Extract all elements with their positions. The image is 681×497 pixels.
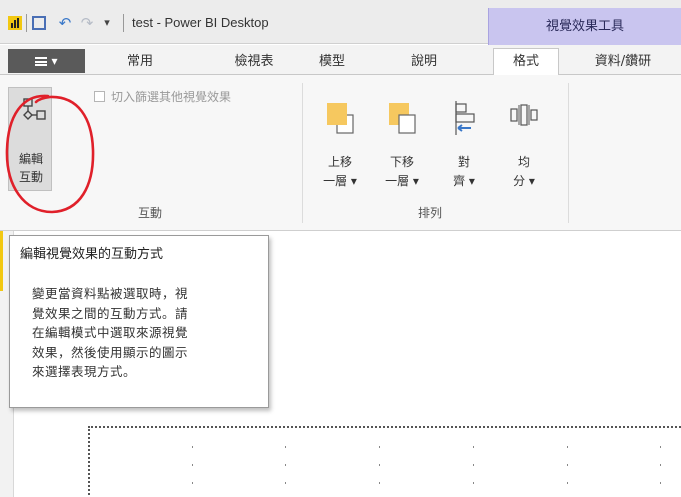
send-backward-button[interactable]: 下移 一層 ▾ <box>377 87 427 197</box>
canvas-grid-dot <box>192 464 193 466</box>
power-bi-icon[interactable] <box>8 16 22 30</box>
undo-icon[interactable]: ↶ <box>56 13 74 33</box>
canvas-grid-dot <box>285 464 286 466</box>
send-backward-label-line1: 下移 <box>389 155 414 169</box>
align-label-line2: 齊 ▾ <box>453 174 475 188</box>
canvas-grid-dot <box>379 482 380 484</box>
edit-interactions-label-line1: 編輯 <box>18 152 43 166</box>
canvas-grid-dot <box>192 482 193 484</box>
title-bar: ↶ ↷ ▾ test - Power BI Desktop 視覺效果工具 <box>0 0 681 45</box>
visual-tools-context-header: 視覺效果工具 <box>488 8 681 45</box>
canvas-grid-dot <box>285 482 286 484</box>
canvas-grid-dot <box>285 446 286 448</box>
customize-quick-access-icon[interactable]: ▾ <box>101 13 113 33</box>
canvas-grid-dot <box>379 446 380 448</box>
bring-forward-button[interactable]: 上移 一層 ▾ <box>315 87 365 197</box>
tab-view[interactable]: 檢視表 <box>228 50 280 74</box>
ribbon-body: 編輯 互動 切入篩選其他視覺效果 互動 上移 一層 ▾ 下移 一層 ▾ 對 齊 … <box>0 75 681 231</box>
distribute-icon <box>510 104 538 126</box>
crossfilter-checkbox[interactable]: 切入篩選其他視覺效果 <box>94 88 231 106</box>
tooltip-line: 效果，然後使用顯示的圖示 <box>32 344 189 360</box>
tooltip-body: 變更當資料點被選取時，視 覺效果之間的互動方式。請 在編輯模式中選取來源視覺 效… <box>32 284 262 382</box>
tooltip-line: 在編輯模式中選取來源視覺 <box>32 325 189 340</box>
canvas-grid-dot <box>192 446 193 448</box>
canvas-grid-dot <box>379 464 380 466</box>
group-label-arrange: 排列 <box>417 206 442 220</box>
edit-interactions-button[interactable]: 編輯 互動 <box>8 87 52 191</box>
canvas-grid-dot <box>567 446 568 448</box>
group-separator <box>302 83 303 223</box>
file-menu-button[interactable]: ▾ <box>8 49 85 73</box>
distribute-label-line2: 分 ▾ <box>513 174 535 188</box>
tooltip-title: 編輯視覺效果的互動方式 <box>20 247 164 262</box>
distribute-button[interactable]: 均 分 ▾ <box>500 87 548 197</box>
tooltip-line: 覺效果之間的互動方式。請 <box>32 305 189 321</box>
ribbon-tabs: ▾ 常用 檢視表 模型 說明 格式 資料/鑽研 <box>0 45 681 76</box>
title-separator <box>123 14 124 32</box>
edit-interactions-label: 編輯 互動 <box>9 150 53 186</box>
canvas-grid-dot <box>473 464 474 466</box>
group-separator <box>568 83 569 223</box>
send-backward-icon <box>389 103 416 134</box>
bring-forward-icon <box>327 103 354 134</box>
canvas-grid-dot <box>567 464 568 466</box>
send-backward-label-line2: 一層 ▾ <box>385 174 419 188</box>
quick-access-separator <box>26 14 27 32</box>
distribute-label-line1: 均 <box>517 155 530 169</box>
canvas-grid-dot <box>660 464 661 466</box>
tab-data-drill[interactable]: 資料/鑽研 <box>582 50 664 74</box>
canvas-grid-dot <box>660 482 661 484</box>
bring-forward-label-line2: 一層 ▾ <box>323 174 357 188</box>
bring-forward-label-line1: 上移 <box>327 155 352 169</box>
report-page-boundary <box>88 426 681 497</box>
edit-interactions-icon <box>23 98 46 120</box>
canvas-grid-dot <box>473 446 474 448</box>
active-indicator <box>0 231 3 291</box>
tab-modeling[interactable]: 模型 <box>312 50 352 74</box>
tooltip-line: 來選擇表現方式。 <box>32 364 137 379</box>
file-menu-icon <box>35 57 48 66</box>
save-icon[interactable] <box>30 13 48 33</box>
group-label-interactions: 互動 <box>137 206 162 220</box>
canvas-grid-dot <box>660 446 661 448</box>
edit-interactions-label-line2: 互動 <box>18 170 43 184</box>
edit-interactions-tooltip: 編輯視覺效果的互動方式 變更當資料點被選取時，視 覺效果之間的互動方式。請 在編… <box>9 235 269 408</box>
align-button[interactable]: 對 齊 ▾ <box>440 87 488 197</box>
checkbox-icon <box>94 91 105 102</box>
tab-format[interactable]: 格式 <box>493 48 559 76</box>
tab-home[interactable]: 常用 <box>118 50 162 74</box>
crossfilter-label: 切入篩選其他視覺效果 <box>111 90 232 104</box>
canvas-grid-dot <box>567 482 568 484</box>
redo-icon[interactable]: ↷ <box>78 13 96 33</box>
align-icon <box>455 101 475 135</box>
align-label-line1: 對 <box>457 155 470 169</box>
window-title: test - Power BI Desktop <box>132 15 269 30</box>
file-menu-chevron: ▾ <box>51 54 58 68</box>
tooltip-line: 變更當資料點被選取時，視 <box>32 286 189 301</box>
tab-help[interactable]: 說明 <box>402 50 446 74</box>
canvas-grid-dot <box>473 482 474 484</box>
